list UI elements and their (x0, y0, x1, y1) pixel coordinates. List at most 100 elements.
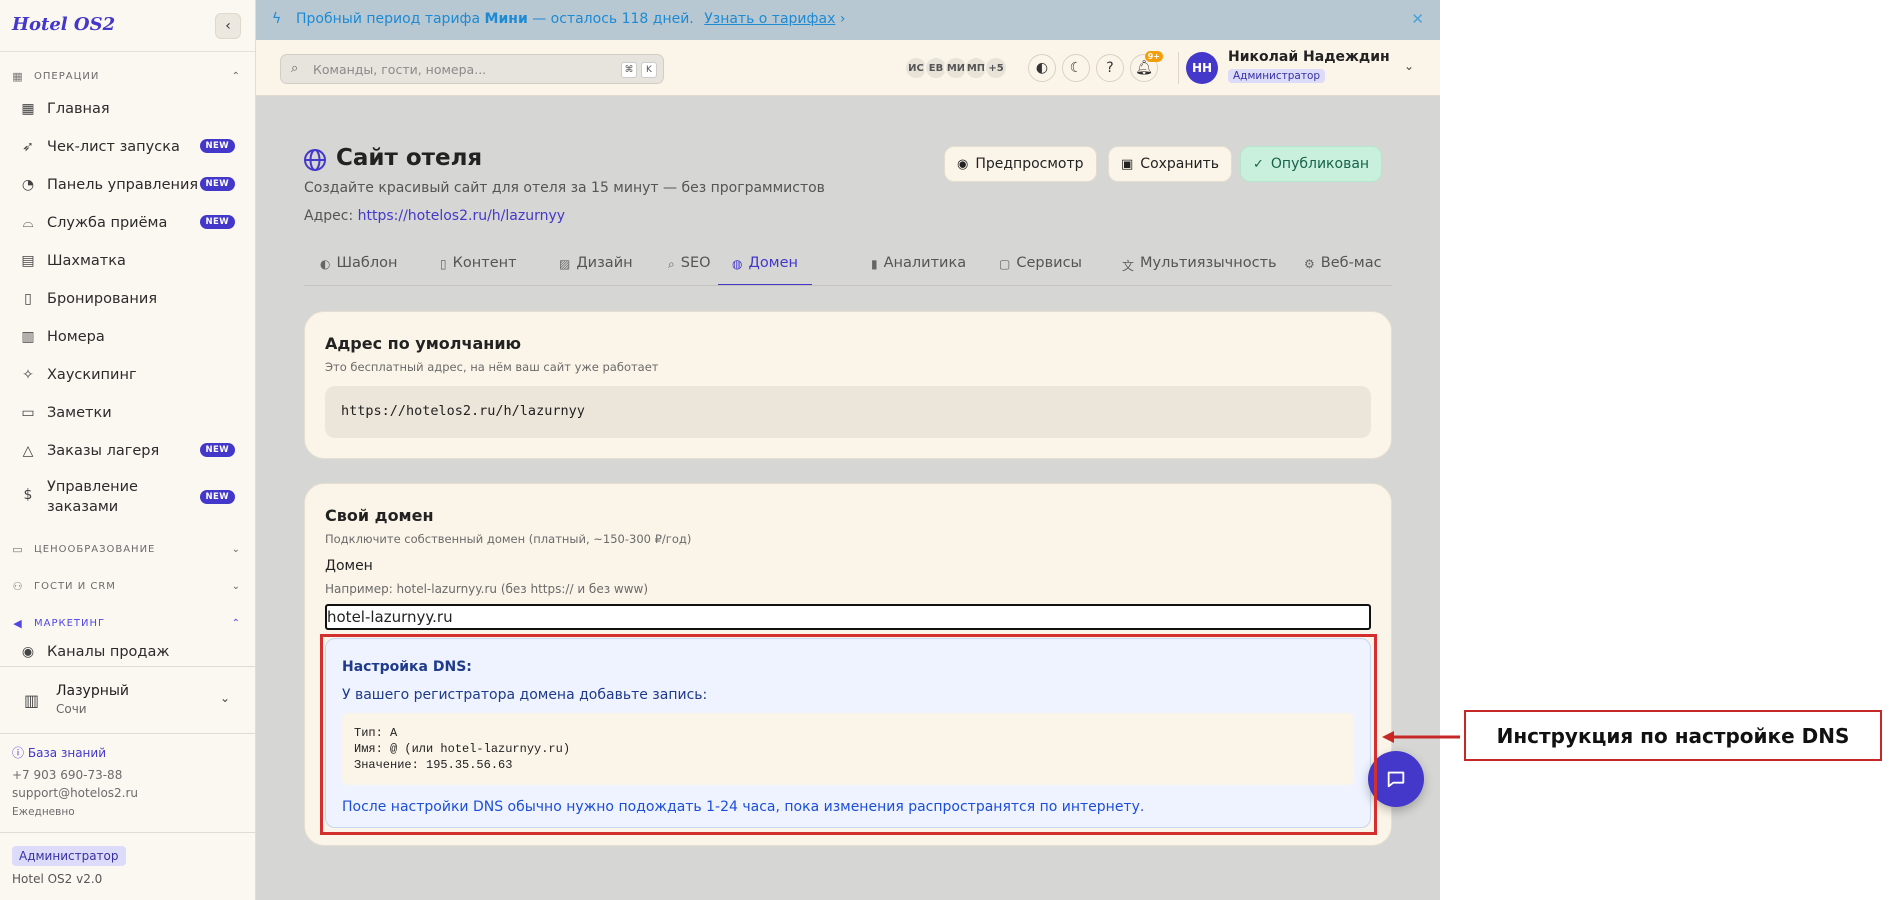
tab-design[interactable]: ▨ Дизайн (559, 252, 633, 285)
kbd-cmd: ⌘ (621, 62, 637, 78)
moon-icon: ☾ (1069, 60, 1083, 76)
online-users[interactable]: ИС ЕВ МИ МП +5 (904, 56, 1008, 80)
tab-content[interactable]: ▯ Контент (440, 252, 517, 285)
section-label: ГОСТИ И CRM (34, 580, 116, 592)
section-label: ЦЕНООБРАЗОВАНИЕ (34, 543, 156, 555)
notification-count: 9+ (1144, 51, 1163, 62)
section-label: ОПЕРАЦИИ (34, 70, 100, 82)
section-pricing[interactable]: ▭ ЦЕНООБРАЗОВАНИЕ ⌄ (12, 539, 243, 559)
card-title: Адрес по умолчанию (325, 334, 522, 353)
chevron-up-icon: ⌃ (231, 70, 241, 82)
tab-analytics[interactable]: ▮ Аналитика (871, 252, 966, 285)
users-icon: ⚇ (12, 579, 24, 593)
sidebar-item-notes[interactable]: ▭ Заметки (20, 398, 243, 428)
image-icon: ▨ (559, 257, 571, 271)
palette-icon: ◐ (320, 257, 331, 271)
published-button[interactable]: ✓ Опубликован (1240, 146, 1383, 182)
user-avatar[interactable]: НН (1186, 52, 1218, 84)
search-input[interactable] (313, 60, 613, 78)
site-tabs: ◐ Шаблон ▯ Контент ▨ Дизайн ⌕ SEO ◍ Домен ▮ Ан… (304, 252, 1392, 286)
tab-label: Дизайн (576, 255, 633, 271)
tab-domain[interactable]: ◍ Домен (718, 252, 813, 285)
collapse-sidebar-button[interactable]: ‹ (215, 13, 241, 39)
section-guests-crm[interactable]: ⚇ ГОСТИ И CRM ⌄ (12, 576, 243, 596)
help-button[interactable]: ? (1096, 54, 1124, 82)
new-badge: NEW (199, 177, 235, 191)
section-operations[interactable]: ▦ ОПЕРАЦИИ ⌃ (12, 66, 243, 86)
sidebar-item-order-management[interactable]: $ Управление заказами NEW (20, 474, 243, 522)
user-name[interactable]: Николай Надеждин (1228, 49, 1390, 65)
new-badge: NEW (199, 139, 235, 153)
chat-icon (1387, 771, 1405, 788)
trial-banner-text: Пробный период тарифа Мини — осталось 11… (296, 11, 845, 27)
radio-icon: ◉ (21, 644, 35, 660)
command-search[interactable]: ⌕ ⌘ K (280, 54, 664, 84)
dns-record[interactable]: Тип: A Имя: @ (или hotel-lazurnyy.ru) Зн… (342, 713, 1354, 785)
tab-webmaster[interactable]: ⚙ Веб-мас (1304, 252, 1382, 285)
tab-multilanguage[interactable]: 文 Мультиязычность (1122, 252, 1277, 285)
sidebar-item-housekeeping[interactable]: ✧ Хаускипинг (20, 360, 243, 390)
dns-record-value: Значение: 195.35.56.63 (354, 758, 513, 772)
section-marketing[interactable]: ◀ МАРКЕТИНГ ⌃ (12, 613, 243, 633)
sidebar-item-camp-orders[interactable]: △ Заказы лагеря NEW (20, 436, 243, 466)
page-subtitle: Создайте красивый сайт для отеля за 15 м… (304, 180, 825, 196)
dns-description: У вашего регистратора домена добавьте за… (342, 687, 708, 703)
help-circle-icon: ? (1106, 60, 1114, 76)
dashboard-icon: ▦ (21, 101, 35, 117)
tab-services[interactable]: ▢ Сервисы (999, 252, 1082, 285)
building-icon: ▥ (24, 691, 40, 710)
avatar-more[interactable]: +5 (984, 56, 1008, 80)
close-icon[interactable]: ✕ (1411, 10, 1424, 28)
dns-record-type: Тип: A (354, 726, 398, 740)
tab-template[interactable]: ◐ Шаблон (320, 252, 397, 285)
check-icon: ✓ (1253, 156, 1264, 172)
sidebar-item-chessboard[interactable]: ▤ Шахматка (20, 246, 243, 276)
hotel-selector[interactable]: ▥ Лазурный Сочи ⌄ (0, 666, 256, 734)
card-subtitle: Подключите собственный домен (платный, ~… (325, 532, 692, 546)
save-button[interactable]: ▣ Сохранить (1108, 146, 1233, 182)
notifications-button[interactable]: 🔔︎ 9+ (1130, 51, 1163, 82)
gear-icon: ⚙ (1304, 257, 1315, 271)
sidebar-item-label: Номера (47, 329, 105, 345)
clipboard-icon: ▯ (24, 291, 32, 307)
sidebar-item-sales-channels[interactable]: ◉ Каналы продаж (20, 640, 243, 664)
chat-button[interactable] (1368, 751, 1424, 807)
published-label: Опубликован (1270, 156, 1370, 172)
sidebar-item-control-panel[interactable]: ◔ Панель управления NEW (20, 170, 243, 200)
kbd-k: K (641, 62, 657, 78)
dark-mode-button[interactable]: ☾ (1062, 54, 1090, 82)
divider (0, 832, 256, 833)
help-circle-icon: ⓘ (12, 746, 25, 760)
sidebar-item-bookings[interactable]: ▯ Бронирования (20, 284, 243, 314)
sidebar-item-home[interactable]: ▦ Главная (20, 94, 243, 124)
card-icon: ▭ (12, 542, 24, 556)
support-email[interactable]: support@hotelos2.ru (12, 786, 138, 800)
app-logo[interactable]: Hotel OS2 (12, 14, 115, 35)
pricing-link[interactable]: Узнать о тарифах (704, 11, 835, 27)
sidebar-item-front-desk[interactable]: ⌓ Служба приёма NEW (20, 208, 243, 238)
knowledge-base-link[interactable]: ⓘ База знаний (12, 744, 106, 761)
sidebar-item-label: Панель управления (47, 177, 199, 193)
address-label: Адрес: (304, 208, 354, 224)
tab-seo[interactable]: ⌕ SEO (668, 252, 711, 285)
preview-button[interactable]: ◉ Предпросмотр (944, 146, 1097, 182)
default-url-field[interactable]: https://hotelos2.ru/h/lazurnyy (325, 386, 1371, 438)
file-icon: ▯ (440, 257, 447, 271)
sidebar-item-label: Чек-лист запуска (47, 139, 180, 155)
sidebar-item-rooms[interactable]: ▥ Номера (20, 322, 243, 352)
globe-icon (304, 149, 326, 171)
chevron-down-icon[interactable]: ⌄ (1404, 59, 1414, 73)
dns-instructions: Настройка DNS: У вашего регистратора дом… (325, 638, 1371, 828)
dns-note: После настройки DNS обычно нужно подожда… (342, 799, 1145, 815)
support-phone[interactable]: +7 903 690-73-88 (12, 768, 122, 782)
search-icon: ⌕ (291, 61, 299, 76)
chevron-up-icon: ⌃ (231, 617, 241, 629)
save-label: Сохранить (1140, 156, 1220, 172)
tab-label: Домен (748, 255, 799, 271)
tab-label: Мультиязычность (1140, 255, 1277, 271)
globe-icon: ◍ (732, 257, 743, 271)
theme-palette-button[interactable]: ◐ (1028, 54, 1056, 82)
site-url-link[interactable]: https://hotelos2.ru/h/lazurnyy (358, 208, 565, 224)
sidebar-item-launch-checklist[interactable]: ➶ Чек-лист запуска NEW (20, 132, 243, 162)
domain-input[interactable] (325, 604, 1371, 630)
